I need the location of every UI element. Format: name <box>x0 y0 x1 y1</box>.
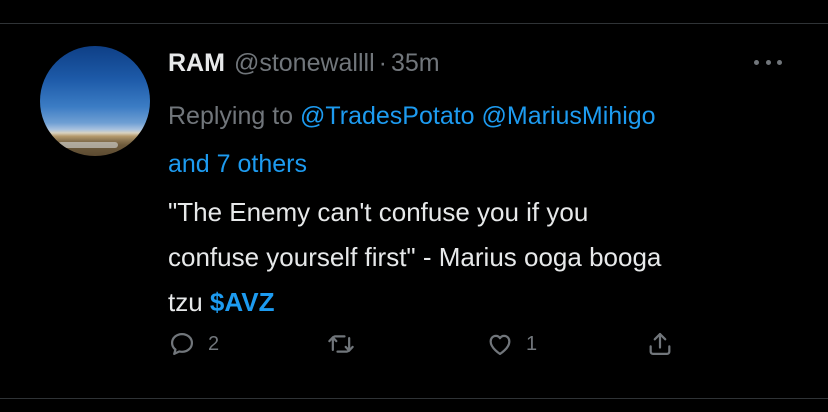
tweet-header: RAM @stonewallll · 35m <box>168 48 440 78</box>
like-count: 1 <box>526 332 538 355</box>
share-button[interactable] <box>646 328 674 360</box>
mention-tradespotato[interactable]: @TradesPotato <box>300 102 475 130</box>
avatar-landscape-detail <box>58 142 118 148</box>
tweet-text-line-3: tzu <box>168 287 203 317</box>
more-horizontal-icon <box>754 59 759 65</box>
like-button[interactable]: 1 <box>486 328 537 360</box>
author-handle[interactable]: @stonewallll <box>234 49 375 78</box>
retweet-button[interactable] <box>327 328 367 360</box>
more-options-button[interactable] <box>754 52 782 72</box>
replying-to: Replying to @TradesPotato @MariusMihigo … <box>168 92 808 188</box>
tweet-text-line-2: confuse yourself first" - Marius ooga bo… <box>168 242 662 272</box>
tweet-text-line-1: "The Enemy can't confuse you if you <box>168 197 589 227</box>
top-divider <box>0 23 828 24</box>
author-display-name[interactable]: RAM <box>168 49 225 78</box>
reply-count: 2 <box>208 332 220 355</box>
reply-button[interactable]: 2 <box>168 328 219 360</box>
share-icon <box>649 332 671 356</box>
avatar[interactable] <box>40 46 150 156</box>
cashtag-avz[interactable]: $AVZ <box>210 287 275 317</box>
tweet-timestamp[interactable]: 35m <box>391 49 440 78</box>
and-others-link[interactable]: and 7 others <box>168 150 307 178</box>
retweet-icon <box>328 335 354 353</box>
replying-to-label: Replying to <box>168 102 294 130</box>
heart-icon <box>489 334 511 356</box>
reply-bubble-icon <box>170 332 194 356</box>
mention-mariusmihigo[interactable]: @MariusMihigo <box>482 102 656 130</box>
header-separator: · <box>378 48 387 77</box>
tweet-actions: 2 1 <box>168 328 688 360</box>
bottom-divider <box>0 398 828 399</box>
tweet-text: "The Enemy can't confuse you if you conf… <box>168 190 798 325</box>
